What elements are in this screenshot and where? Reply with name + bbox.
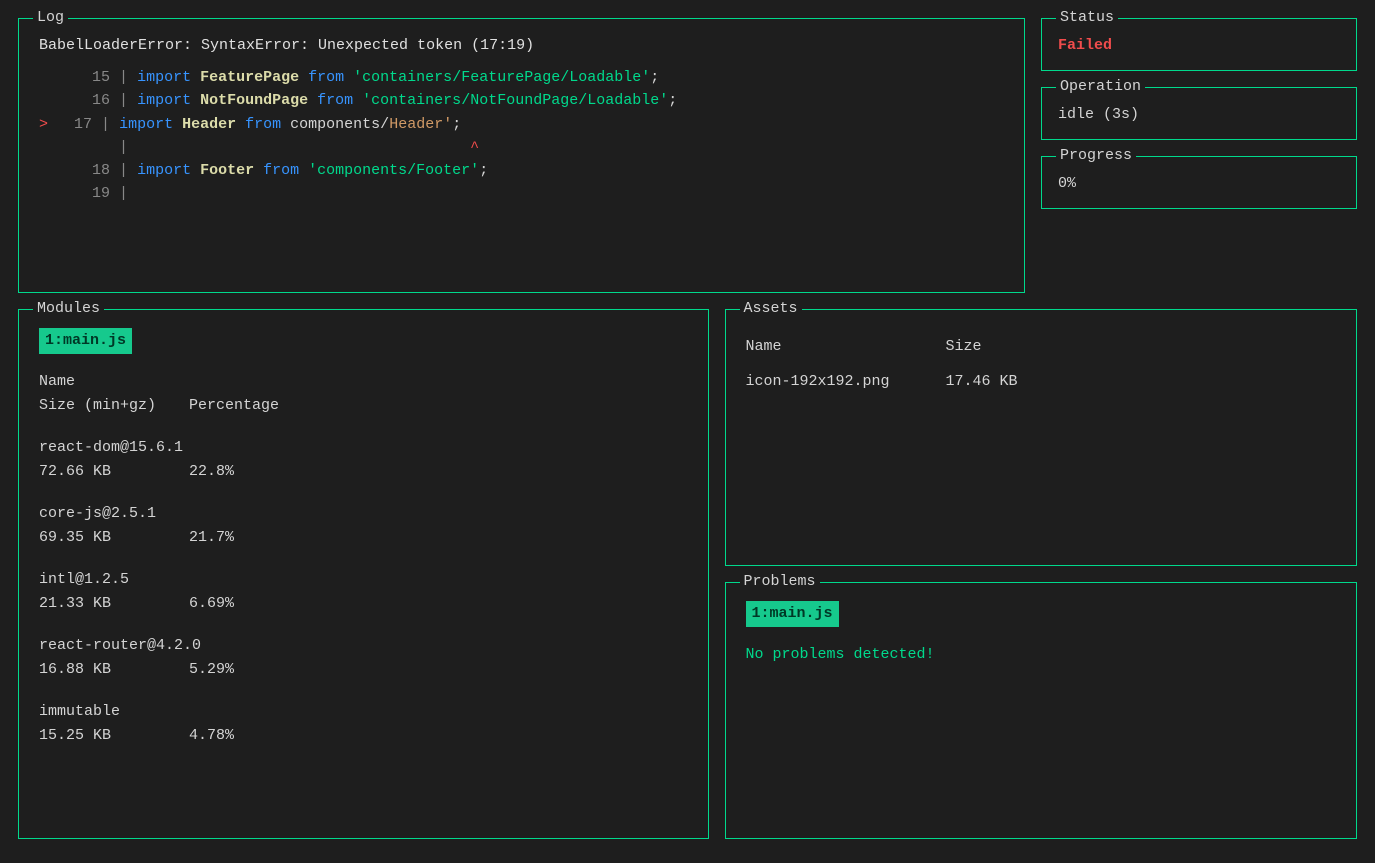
assets-header-name: Name (746, 338, 946, 355)
log-code: 15 | import FeaturePage from 'containers… (39, 66, 1004, 206)
module-row: immutable 15.25 KB4.78% (39, 700, 688, 748)
asset-row: icon-192x192.png 17.46 KB (746, 373, 1337, 390)
module-row: react-dom@15.6.1 72.66 KB22.8% (39, 436, 688, 484)
module-pct: 6.69% (189, 592, 234, 616)
progress-panel: Progress 0% (1041, 156, 1357, 209)
modules-header-name: Name (39, 370, 688, 394)
modules-title: Modules (33, 300, 104, 317)
code-line-error: >17 | import Header from components/Head… (39, 113, 1004, 136)
status-panel: Status Failed (1041, 18, 1357, 71)
assets-panel: Assets Name Size icon-192x192.png 17.46 … (725, 309, 1358, 566)
modules-panel: Modules 1:main.js Name Size (min+gz)Perc… (18, 309, 709, 839)
module-name: intl@1.2.5 (39, 568, 688, 592)
code-line: 16 | import NotFoundPage from 'container… (39, 89, 1004, 112)
asset-size: 17.46 KB (946, 373, 1066, 390)
code-line: 19 | (39, 182, 1004, 205)
module-row: react-router@4.2.0 16.88 KB5.29% (39, 634, 688, 682)
module-size: 21.33 KB (39, 592, 189, 616)
code-line: 15 | import FeaturePage from 'containers… (39, 66, 1004, 89)
modules-header-size: Size (min+gz) (39, 394, 189, 418)
modules-header-pct: Percentage (189, 394, 279, 418)
status-value: Failed (1058, 37, 1112, 54)
code-line-caret: | ^ (39, 136, 1004, 159)
operation-panel: Operation idle (3s) (1041, 87, 1357, 140)
module-name: core-js@2.5.1 (39, 502, 688, 526)
asset-name: icon-192x192.png (746, 373, 946, 390)
module-name: immutable (39, 700, 688, 724)
modules-header: Name Size (min+gz)Percentage (39, 370, 688, 418)
module-pct: 22.8% (189, 460, 234, 484)
module-size: 69.35 KB (39, 526, 189, 550)
assets-header: Name Size (746, 338, 1337, 355)
module-row: intl@1.2.5 21.33 KB6.69% (39, 568, 688, 616)
code-line: 18 | import Footer from 'components/Foot… (39, 159, 1004, 182)
module-name: react-router@4.2.0 (39, 634, 688, 658)
modules-badge[interactable]: 1:main.js (39, 328, 132, 354)
progress-title: Progress (1056, 147, 1136, 164)
log-title: Log (33, 9, 68, 26)
module-row: core-js@2.5.1 69.35 KB21.7% (39, 502, 688, 550)
problems-title: Problems (740, 573, 820, 590)
module-size: 72.66 KB (39, 460, 189, 484)
log-error-message: BabelLoaderError: SyntaxError: Unexpecte… (39, 37, 1004, 54)
assets-title: Assets (740, 300, 802, 317)
module-pct: 4.78% (189, 724, 234, 748)
module-pct: 21.7% (189, 526, 234, 550)
module-pct: 5.29% (189, 658, 234, 682)
assets-header-size: Size (946, 338, 1066, 355)
status-title: Status (1056, 9, 1118, 26)
progress-value: 0% (1058, 175, 1076, 192)
problems-panel: Problems 1:main.js No problems detected! (725, 582, 1358, 839)
module-size: 15.25 KB (39, 724, 189, 748)
module-size: 16.88 KB (39, 658, 189, 682)
operation-value: idle (3s) (1058, 106, 1139, 123)
operation-title: Operation (1056, 78, 1145, 95)
log-panel: Log BabelLoaderError: SyntaxError: Unexp… (18, 18, 1025, 293)
module-name: react-dom@15.6.1 (39, 436, 688, 460)
problems-message: No problems detected! (746, 643, 1337, 667)
problems-badge[interactable]: 1:main.js (746, 601, 839, 627)
